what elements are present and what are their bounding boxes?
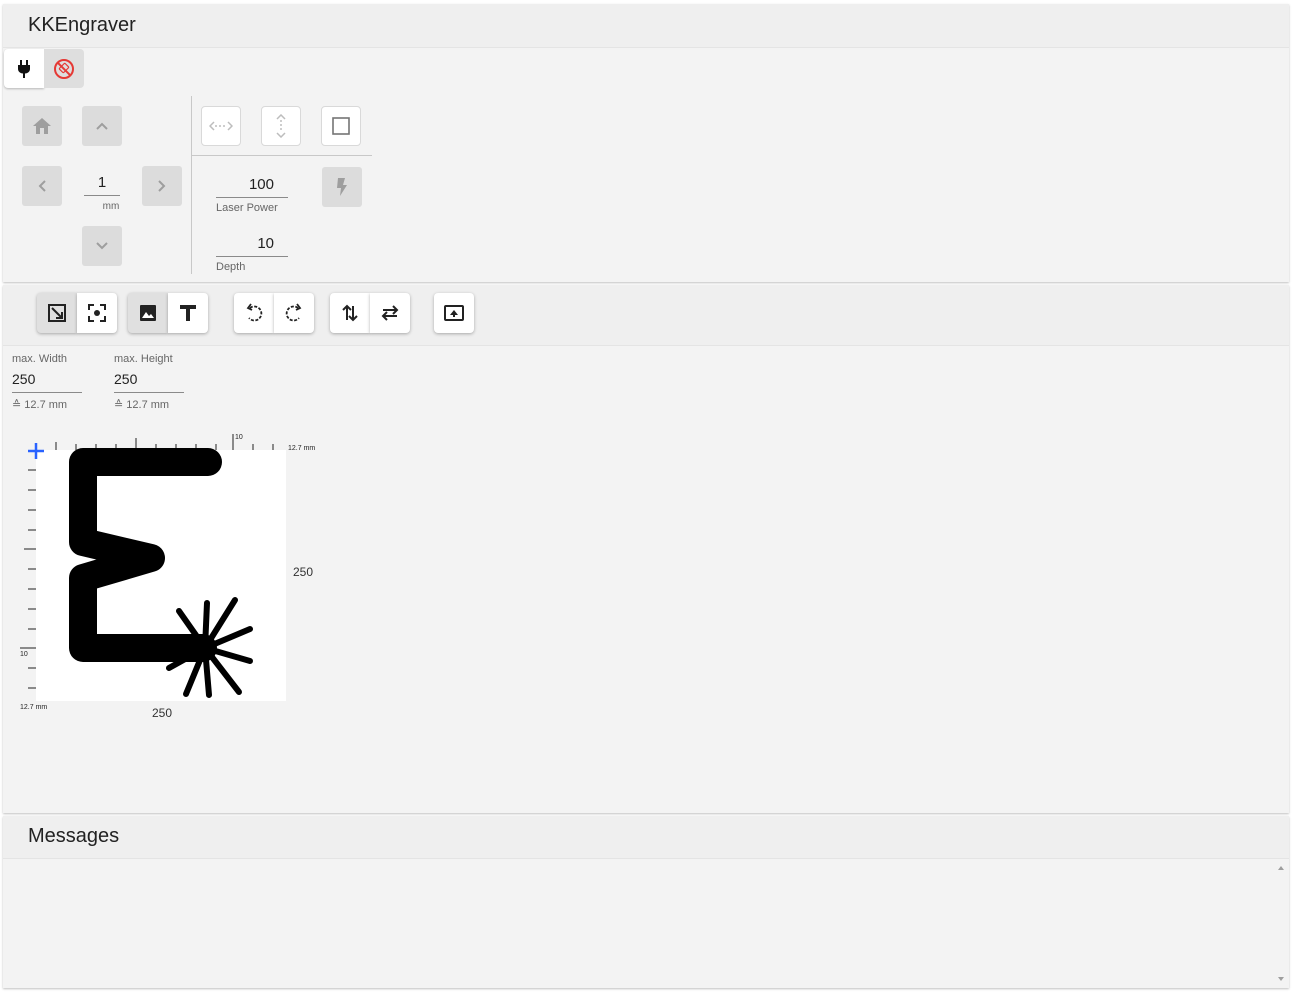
max-width-mm: ≙ 12.7 mm (12, 399, 68, 411)
center-focus-icon (88, 304, 106, 322)
scroll-down-icon (1278, 977, 1284, 981)
depth-underline (216, 256, 288, 257)
square-icon (332, 117, 350, 135)
connect-button[interactable] (4, 49, 44, 88)
jog-step-input[interactable]: 1 (84, 174, 120, 191)
scale-to-fit-button[interactable] (37, 293, 77, 333)
rotate-left-button[interactable] (234, 293, 274, 333)
image-preview: 10 12.7 mm 10 12.7 mm (3, 428, 343, 728)
upload-image-button[interactable] (434, 293, 474, 333)
chevron-down-icon (96, 242, 108, 250)
preview-width-label: 250 (152, 706, 173, 720)
max-height-input[interactable]: 250 (114, 371, 137, 387)
text-mode-button[interactable] (168, 293, 208, 333)
chevron-up-icon (96, 122, 108, 130)
laser-fire-button[interactable] (322, 167, 362, 207)
depth-input[interactable]: 10 (216, 235, 274, 252)
vertical-arrows-icon (276, 114, 286, 138)
laser-power-label: Laser Power (216, 202, 278, 214)
app-title: KKEngraver (28, 14, 136, 36)
scroll-up-icon (1278, 866, 1284, 870)
laser-power-input[interactable]: 100 (216, 176, 274, 193)
home-button[interactable] (22, 106, 62, 146)
jog-up-button[interactable] (82, 106, 122, 146)
frame-x-button[interactable] (201, 106, 241, 146)
vertical-divider (191, 96, 192, 274)
max-height-underline (114, 392, 184, 393)
max-width-label: max. Width (12, 353, 68, 365)
messages-card: Messages (3, 816, 1289, 988)
text-icon (180, 305, 196, 321)
disconnect-button[interactable] (44, 49, 84, 88)
flip-vertical-button[interactable] (330, 293, 370, 333)
jog-step-unit: mm (102, 201, 120, 212)
image-icon (140, 305, 156, 321)
chevron-right-icon (158, 180, 166, 192)
app-header: KKEngraver (3, 4, 1289, 48)
chevron-left-icon (38, 180, 46, 192)
swap-vertical-icon (342, 304, 358, 322)
left-ruler-mark: 10 (20, 651, 28, 658)
top-ruler-mark: 10 (235, 434, 243, 441)
top-ruler-end: 12.7 mm (288, 445, 315, 452)
jog-left-button[interactable] (22, 166, 62, 206)
upload-icon (444, 305, 464, 321)
image-mode-button[interactable] (128, 293, 168, 333)
image-card: max. Width 250 ≙ 12.7 mm max. Height 250… (3, 285, 1289, 813)
laser-power-underline (216, 197, 288, 198)
depth-label: Depth (216, 261, 246, 273)
flip-horizontal-button[interactable] (370, 293, 410, 333)
max-height-label: max. Height (114, 353, 173, 365)
no-connection-icon (54, 58, 74, 79)
home-icon (33, 118, 51, 134)
messages-scrollbar[interactable] (1273, 859, 1289, 988)
swap-horizontal-icon (381, 305, 399, 321)
center-image-button[interactable] (77, 293, 117, 333)
preview-canvas: 10 12.7 mm 10 12.7 mm (20, 434, 315, 711)
frame-box-button[interactable] (321, 106, 361, 146)
rotate-left-icon (246, 303, 263, 322)
plug-icon (18, 59, 30, 78)
horizontal-divider (192, 155, 372, 156)
flash-icon (337, 178, 347, 196)
rotate-right-icon (285, 303, 302, 322)
resize-diagonal-icon (48, 304, 66, 322)
messages-header: Messages (3, 816, 1289, 859)
max-height-mm: ≙ 12.7 mm (114, 399, 170, 411)
frame-y-button[interactable] (261, 106, 301, 146)
jog-step-underline (84, 195, 120, 196)
left-ruler-end: 12.7 mm (20, 704, 47, 711)
engraver-card: KKEngraver 1 mm 100 Laser Power 10 Depth (3, 4, 1289, 282)
messages-title: Messages (28, 825, 120, 847)
jog-right-button[interactable] (142, 166, 182, 206)
horizontal-arrows-icon (209, 121, 233, 131)
rotate-right-button[interactable] (274, 293, 314, 333)
jog-down-button[interactable] (82, 226, 122, 266)
preview-height-label: 250 (293, 565, 314, 579)
max-width-underline (12, 392, 82, 393)
messages-log[interactable] (3, 859, 1289, 988)
max-width-input[interactable]: 250 (12, 371, 35, 387)
